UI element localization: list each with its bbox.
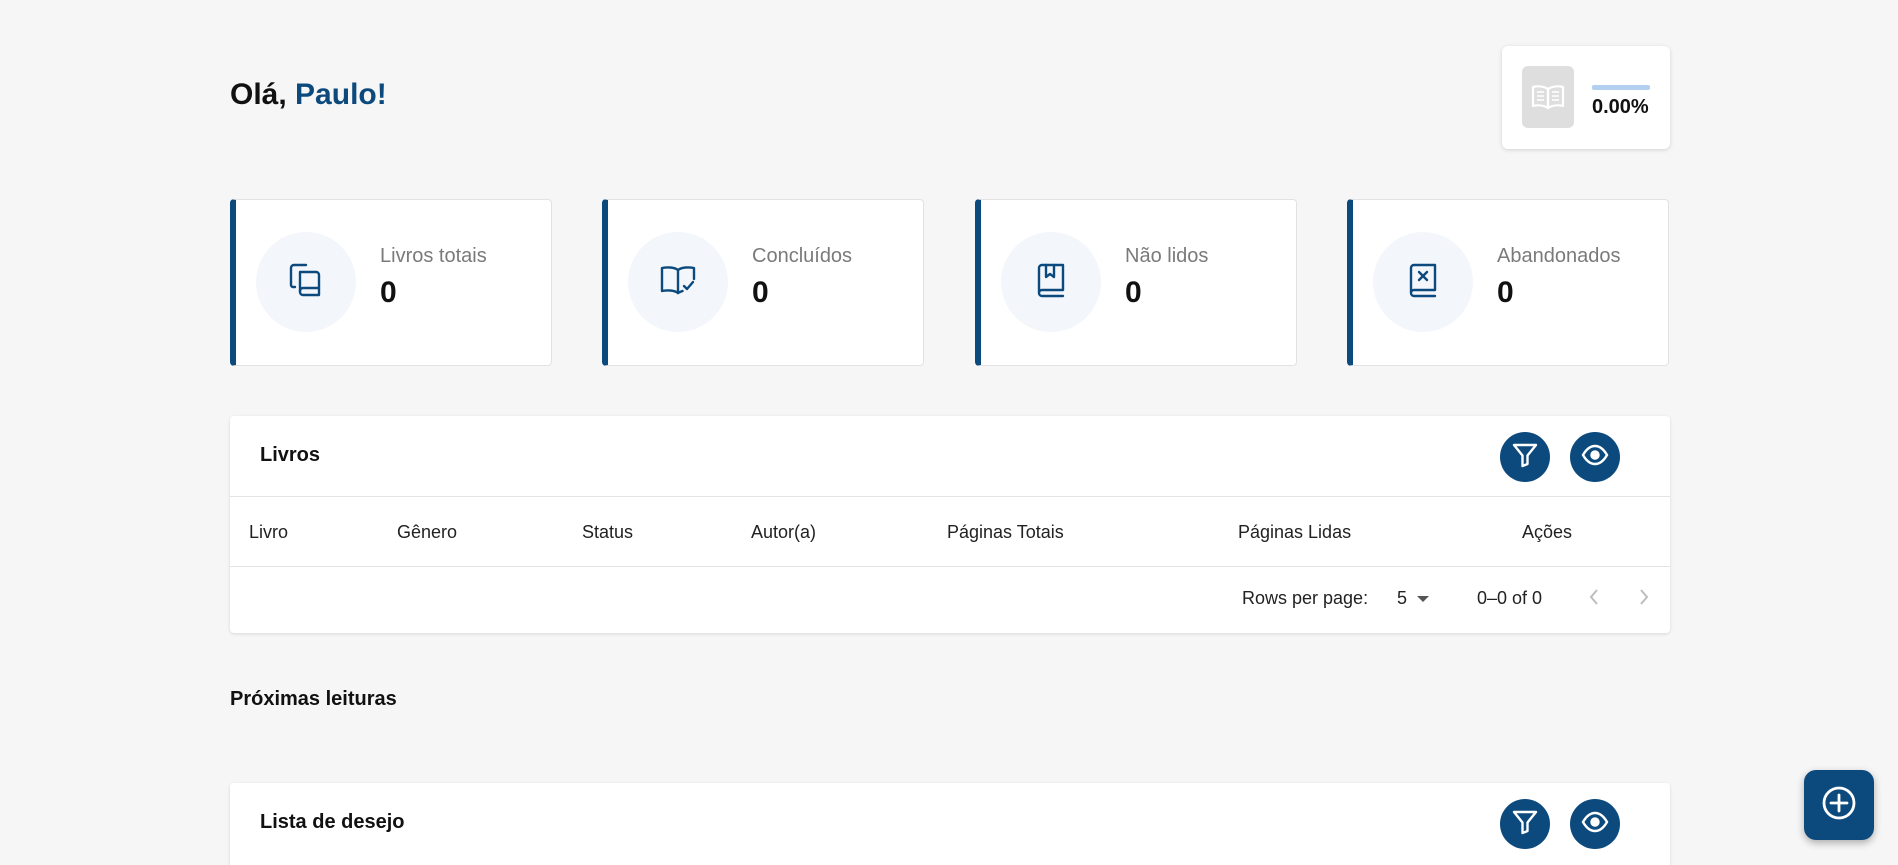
pagination-range: 0–0 of 0 xyxy=(1477,588,1543,608)
wishlist-filter-button[interactable] xyxy=(1500,799,1550,849)
wishlist-panel: Lista de desejo xyxy=(230,783,1670,865)
column-header-status[interactable]: Status xyxy=(582,522,633,543)
stat-card-total-books: Livros totais 0 xyxy=(230,199,552,366)
reading-progress-percent: 0.00% xyxy=(1592,96,1649,118)
column-header-genero[interactable]: Gênero xyxy=(397,522,457,543)
eye-icon xyxy=(1581,441,1609,474)
stat-label: Não lidos xyxy=(1125,245,1209,267)
stat-value: 0 xyxy=(1497,276,1514,309)
column-header-paginas-totais[interactable]: Páginas Totais xyxy=(947,522,1064,543)
stat-card-unread: Não lidos 0 xyxy=(975,199,1297,366)
books-panel-header: Livros xyxy=(230,416,1670,496)
stat-card-completed: Concluídos 0 xyxy=(602,199,924,366)
bookmark-book-icon xyxy=(1031,260,1071,305)
chevron-right-icon xyxy=(1638,588,1650,611)
column-header-paginas-lidas[interactable]: Páginas Lidas xyxy=(1238,522,1351,543)
books-table-header: Livro Gênero Status Autor(a) Páginas Tot… xyxy=(230,496,1670,567)
rows-per-page-select[interactable]: 5 xyxy=(1397,588,1430,609)
next-reads-title: Próximas leituras xyxy=(230,688,397,710)
stat-value: 0 xyxy=(752,276,769,309)
add-book-button[interactable] xyxy=(1804,770,1874,840)
caret-down-icon xyxy=(1417,595,1430,602)
column-header-livro[interactable]: Livro xyxy=(249,522,288,543)
filter-icon xyxy=(1511,808,1539,841)
books-panel-title: Livros xyxy=(260,444,321,466)
column-header-acoes: Ações xyxy=(1522,522,1573,542)
page-greeting: Olá, Paulo! xyxy=(230,78,387,112)
reading-progress-bar xyxy=(1592,85,1650,90)
stat-value: 0 xyxy=(380,276,397,309)
user-name: Paulo! xyxy=(295,78,387,111)
wishlist-panel-title: Lista de desejo xyxy=(260,811,405,833)
plus-circle-icon xyxy=(1820,784,1858,827)
table-pagination: Rows per page: 5 0–0 of 0 xyxy=(230,567,1670,631)
rows-per-page-value: 5 xyxy=(1397,588,1408,608)
book-check-icon xyxy=(658,260,698,305)
filter-icon xyxy=(1511,441,1539,474)
stat-value: 0 xyxy=(1125,276,1142,309)
book-x-icon xyxy=(1403,260,1443,305)
greeting-prefix: Olá, xyxy=(230,78,287,111)
wishlist-view-toggle-button[interactable] xyxy=(1570,799,1620,849)
books-panel: Livros Livro Gênero Status Autor(a) Pági… xyxy=(230,416,1670,633)
wishlist-panel-header: Lista de desejo xyxy=(230,783,1670,863)
reading-progress-card: 0.00% xyxy=(1502,46,1670,149)
stat-label: Livros totais xyxy=(380,245,487,267)
eye-icon xyxy=(1581,808,1609,841)
stat-card-abandoned: Abandonados 0 xyxy=(1347,199,1669,366)
column-header-autor[interactable]: Autor(a) xyxy=(751,522,816,543)
stat-label: Concluídos xyxy=(752,245,853,267)
filter-button[interactable] xyxy=(1500,432,1550,482)
open-book-icon xyxy=(1522,66,1574,128)
view-toggle-button[interactable] xyxy=(1570,432,1620,482)
chevron-left-icon xyxy=(1588,588,1600,611)
next-page-button[interactable] xyxy=(1633,587,1655,611)
stat-label: Abandonados xyxy=(1497,245,1621,267)
rows-per-page-label: Rows per page: xyxy=(1242,588,1369,608)
previous-page-button[interactable] xyxy=(1583,587,1605,611)
books-copy-icon xyxy=(286,260,326,305)
